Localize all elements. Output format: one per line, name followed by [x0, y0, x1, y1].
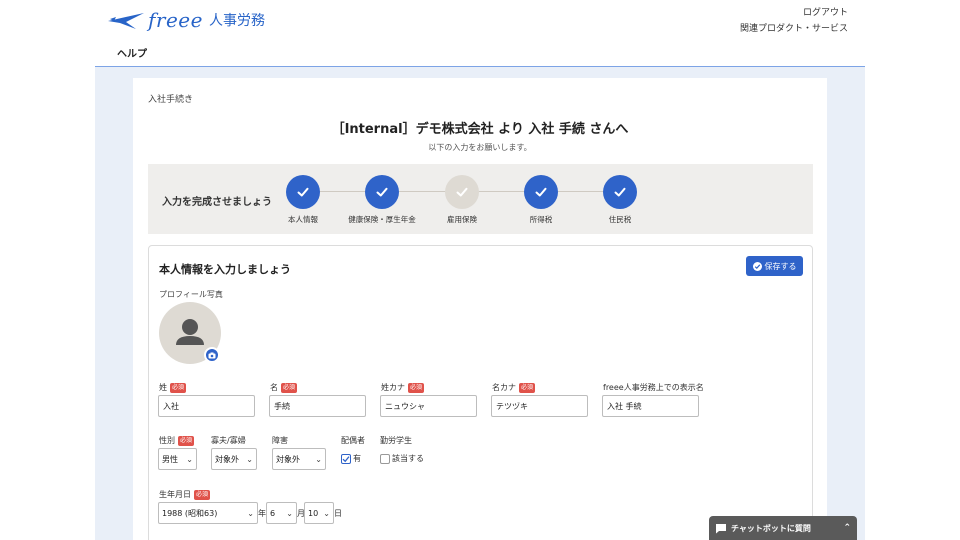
required-badge: 必須 — [194, 489, 211, 500]
widow-label: 寡夫/寡婦 — [211, 436, 246, 445]
chevron-down-icon: ⌄ — [323, 508, 330, 518]
top-header: freee 人事労務 ログアウト 関連プロダクト・サービス ヘルプ — [0, 0, 960, 67]
profile-photo-label: プロフィール写真 — [159, 290, 223, 299]
check-icon — [286, 175, 320, 209]
checkbox-checked-icon — [341, 453, 351, 464]
gender-label: 性別 必須 — [159, 435, 195, 446]
widow-select[interactable]: 対象外 ⌄ — [211, 448, 257, 470]
camera-icon — [208, 352, 216, 358]
required-badge: 必須 — [281, 382, 298, 393]
check-icon — [365, 175, 399, 209]
help-link[interactable]: ヘルプ — [117, 45, 147, 60]
required-badge: 必須 — [178, 435, 195, 446]
chatbot-button[interactable]: チャットボットに質問 ⌃ — [709, 516, 857, 540]
required-badge: 必須 — [408, 382, 425, 393]
chevron-down-icon: ⌄ — [246, 454, 253, 464]
student-label: 勤労学生 — [380, 436, 412, 445]
chat-bubble-icon — [716, 523, 726, 533]
last-name-input[interactable]: 入社 — [158, 395, 255, 417]
gender-select[interactable]: 男性 ⌄ — [158, 448, 197, 470]
logo-text: freee — [148, 8, 203, 32]
chevron-down-icon: ⌄ — [186, 454, 193, 464]
step-resident-tax[interactable]: 住民税 — [580, 175, 660, 225]
check-icon — [603, 175, 637, 209]
card-title: 本人情報を入力しましょう — [159, 263, 291, 276]
save-button[interactable]: 保存する — [746, 256, 803, 276]
step-label: 雇用保険 — [447, 215, 477, 224]
display-name-label: freee人事労務上での表示名 — [603, 383, 704, 392]
steps-label: 入力を完成させましょう — [162, 197, 272, 208]
birthdate-label: 生年月日 必須 — [159, 489, 211, 500]
last-name-label: 姓必須 — [159, 382, 187, 393]
first-name-kana-input[interactable]: テツヅキ — [491, 395, 588, 417]
camera-upload-button[interactable] — [204, 347, 220, 363]
freee-logo[interactable]: freee 人事労務 — [106, 8, 265, 32]
display-name-input[interactable]: 入社 手続 — [602, 395, 699, 417]
step-employment-insurance[interactable]: 雇用保険 — [422, 175, 502, 225]
step-label: 本人情報 — [288, 215, 318, 224]
spouse-label: 配偶者 — [341, 436, 365, 445]
required-badge: 必須 — [170, 382, 187, 393]
first-name-kana-label: 名カナ 必須 — [492, 382, 536, 393]
logout-link[interactable]: ログアウト — [803, 5, 848, 18]
logo-product-name: 人事労務 — [208, 13, 265, 29]
step-personal-info[interactable]: 本人情報 — [263, 175, 343, 225]
related-products-link[interactable]: 関連プロダクト・サービス — [740, 21, 848, 34]
chevron-down-icon: ⌄ — [247, 508, 254, 518]
page: freee 人事労務 ログアウト 関連プロダクト・サービス ヘルプ 入社手続き … — [0, 0, 960, 540]
birth-year-select[interactable]: 1988 (昭和63) ⌄ — [158, 502, 258, 524]
last-name-kana-label: 姓カナ 必須 — [381, 382, 425, 393]
birth-day-select[interactable]: 10 ⌄ — [304, 502, 334, 524]
disability-select[interactable]: 対象外 ⌄ — [272, 448, 326, 470]
progress-steps: 入力を完成させましょう 本人情報 健康保険・厚生年金 雇用保険 所得税 住民税 — [148, 164, 813, 234]
breadcrumb: 入社手続き — [148, 95, 194, 105]
bird-icon — [108, 13, 144, 29]
birth-month-select[interactable]: 6 ⌄ — [266, 502, 297, 524]
year-unit: 年 — [258, 509, 266, 518]
step-income-tax[interactable]: 所得税 — [501, 175, 581, 225]
day-unit: 日 — [334, 509, 342, 518]
chevron-down-icon: ⌄ — [315, 454, 322, 464]
spouse-checkbox[interactable]: 有 — [341, 453, 361, 464]
step-label: 所得税 — [529, 215, 553, 224]
chevron-up-icon: ⌃ — [843, 523, 851, 533]
personal-info-card: 本人情報を入力しましょう 保存する プロフィール写真 姓必須 入社 名 必須 手… — [148, 245, 813, 540]
last-name-kana-input[interactable]: ニュウシャ — [380, 395, 477, 417]
page-subtitle: 以下の入力をお願いします。 — [428, 143, 532, 152]
first-name-label: 名必須 — [270, 382, 298, 393]
step-health-insurance[interactable]: 健康保険・厚生年金 — [342, 175, 422, 225]
chatbot-label: チャットボットに質問 — [731, 523, 811, 533]
step-label: 健康保険・厚生年金 — [348, 215, 416, 224]
step-label: 住民税 — [608, 215, 632, 224]
disability-label: 障害 — [272, 436, 288, 445]
check-icon — [445, 175, 479, 209]
check-icon — [524, 175, 558, 209]
save-button-label: 保存する — [764, 261, 797, 271]
chevron-down-icon: ⌄ — [286, 508, 293, 518]
first-name-input[interactable]: 手続 — [269, 395, 366, 417]
required-badge: 必須 — [519, 382, 536, 393]
checkbox-icon — [380, 453, 390, 464]
page-title: ［Internal］デモ株式会社 より 入社 手続 さんへ — [331, 122, 629, 137]
student-checkbox[interactable]: 該当する — [380, 453, 424, 464]
check-circle-icon — [752, 261, 762, 271]
